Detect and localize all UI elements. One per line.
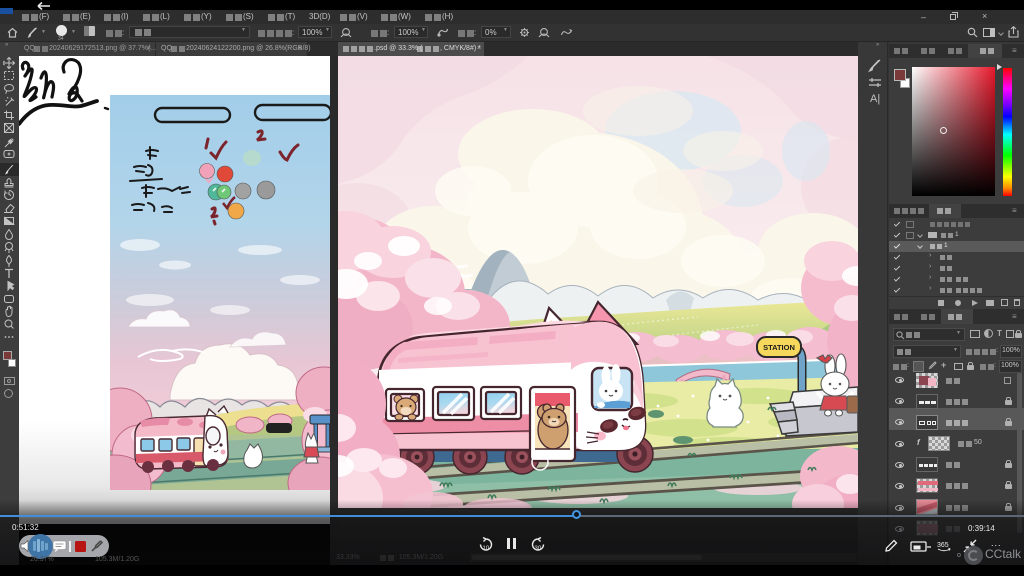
svg-text:365: 365 <box>937 542 949 549</box>
svg-text:STATION: STATION <box>763 343 795 352</box>
svg-text:30: 30 <box>535 546 542 552</box>
svg-text:10: 10 <box>483 546 490 552</box>
svg-text:A|: A| <box>870 93 880 105</box>
